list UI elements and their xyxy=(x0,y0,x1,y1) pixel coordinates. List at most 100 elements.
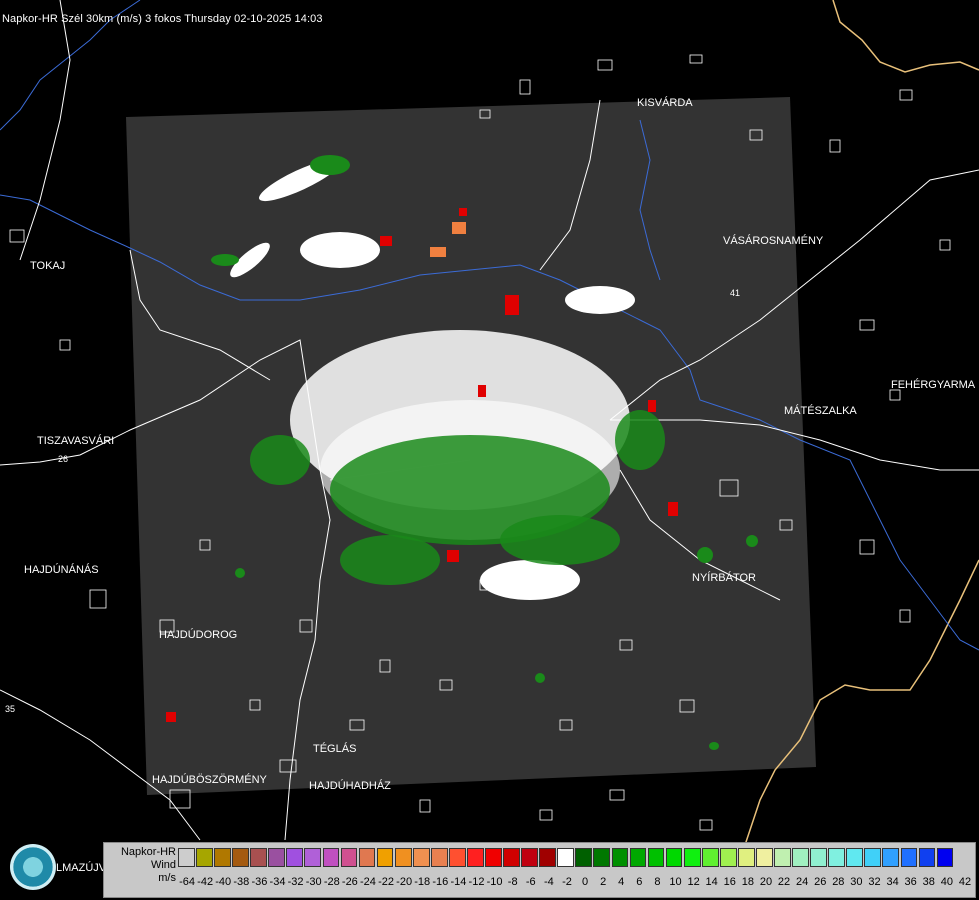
legend-swatch xyxy=(936,848,954,867)
legend-tick-label: 30 xyxy=(850,876,863,888)
city-label-hajduhadhaz: HAJDÚHADHÁZ xyxy=(309,780,391,792)
legend-swatch xyxy=(846,848,864,867)
legend-tick-label: -38 xyxy=(233,876,250,888)
legend-tick-label: -36 xyxy=(251,876,268,888)
legend-swatch xyxy=(810,848,827,867)
legend-tick-label: -24 xyxy=(360,876,376,888)
legend-swatch xyxy=(828,848,846,867)
legend-swatch xyxy=(593,848,611,867)
legend-tick-label: -12 xyxy=(468,876,485,888)
city-label-kisvarda: KISVÁRDA xyxy=(637,97,693,109)
legend-tick-label: -64 xyxy=(179,876,195,888)
legend-title-line1: Napkor-HR xyxy=(120,846,176,858)
legend-tick-label: -6 xyxy=(525,876,536,888)
city-label-hajdunanas: HAJDÚNÁNÁS xyxy=(24,564,99,576)
legend-tick-label: 24 xyxy=(796,876,809,888)
legend-tick-label: 28 xyxy=(832,876,845,888)
legend-swatch xyxy=(665,848,683,867)
legend-swatches xyxy=(178,848,955,867)
legend-tick-label: 4 xyxy=(618,876,625,888)
legend-swatch xyxy=(611,848,629,867)
legend-tick-label: -20 xyxy=(396,876,413,888)
legend-tick-label: -2 xyxy=(562,876,572,888)
legend-swatch xyxy=(196,848,213,867)
legend-title: Napkor-HR Wind m/s xyxy=(106,846,176,885)
road-number: 35 xyxy=(5,704,15,714)
legend-tick-label: -22 xyxy=(378,876,394,888)
city-label-hajdudorog: HAJDÚDOROG xyxy=(159,629,238,641)
legend-swatch xyxy=(304,848,322,867)
legend-swatch xyxy=(539,848,557,867)
legend-swatch xyxy=(448,848,466,867)
city-label-feheryarmat: FEHÉRGYARMA xyxy=(891,379,976,391)
legend-swatch xyxy=(882,848,900,867)
legend-tick-label: -42 xyxy=(197,876,214,888)
city-label-tokaj: TOKAJ xyxy=(30,260,66,272)
legend-tick-label: 8 xyxy=(654,876,661,888)
legend-tick-label: 6 xyxy=(636,876,643,888)
legend-swatch xyxy=(322,848,340,867)
legend-tick-label: -18 xyxy=(414,876,431,888)
legend-swatch xyxy=(376,848,394,867)
color-legend: Napkor-HR Wind m/s -64 -42 -40 -38 -36 -34 -32… xyxy=(103,842,976,898)
legend-swatch xyxy=(774,848,791,867)
legend-tick-label: 32 xyxy=(868,876,881,888)
legend-swatch xyxy=(701,848,719,867)
legend-swatch xyxy=(557,848,575,867)
legend-swatch xyxy=(737,848,755,867)
city-label-hajduboszormeny: HAJDÚBÖSZÖRMÉNY xyxy=(152,774,267,786)
legend-swatch xyxy=(792,848,809,867)
legend-swatch xyxy=(340,848,358,867)
city-label-tiszavasvari: TISZAVASVÁRI xyxy=(37,435,115,447)
legend-swatch xyxy=(647,848,665,867)
city-label-teglas: TÉGLÁS xyxy=(313,743,357,755)
legend-tick-label: -10 xyxy=(486,876,503,888)
legend-swatch xyxy=(756,848,773,867)
legend-tick-label: -4 xyxy=(543,876,554,888)
legend-swatch xyxy=(629,848,647,867)
legend-title-line3: m/s xyxy=(158,872,176,884)
legend-tick-label: 20 xyxy=(759,876,773,888)
map-title: Napkor-HR Szél 30km (m/s) 3 fokos Thursd… xyxy=(2,13,323,25)
legend-swatch xyxy=(268,848,286,867)
legend-tick-label: -30 xyxy=(305,876,322,888)
legend-title-line2: Wind xyxy=(150,859,176,871)
legend-tick-label: 22 xyxy=(777,876,791,888)
legend-swatch xyxy=(900,848,918,867)
legend-swatch xyxy=(918,848,936,867)
legend-swatch xyxy=(719,848,737,867)
legend-swatch xyxy=(467,848,484,867)
radar-map: 26 35 41 xyxy=(0,0,979,846)
legend-swatch xyxy=(864,848,882,867)
road-number: 41 xyxy=(730,288,740,298)
legend-tick-label: 26 xyxy=(814,876,827,888)
legend-tick-label: 0 xyxy=(581,876,589,888)
legend-tick-label: 42 xyxy=(958,876,972,888)
legend-ticks: -64 -42 -40 -38 -36 -34 -32 -30 -28 -26 -24 -22 -20-… xyxy=(178,876,974,890)
legend-tick-label: -8 xyxy=(507,876,518,888)
legend-tick-label: 34 xyxy=(886,876,899,888)
legend-swatch xyxy=(683,848,701,867)
legend-swatch xyxy=(521,848,538,867)
legend-swatch xyxy=(430,848,448,867)
legend-swatch xyxy=(358,848,376,867)
legend-tick-label: 36 xyxy=(904,876,917,888)
legend-tick-label: -26 xyxy=(341,876,358,888)
legend-swatch xyxy=(178,848,195,867)
legend-tick-label: 14 xyxy=(705,876,718,888)
legend-tick-label: -16 xyxy=(432,876,449,888)
legend-tick-label: 12 xyxy=(687,876,700,888)
legend-swatch xyxy=(286,848,304,867)
legend-swatch xyxy=(250,848,268,867)
legend-swatch xyxy=(394,848,412,867)
legend-swatch xyxy=(232,848,249,867)
legend-swatch xyxy=(485,848,502,867)
legend-swatch xyxy=(412,848,430,867)
legend-tick-label: 2 xyxy=(600,876,607,888)
legend-tick-label: -14 xyxy=(450,876,467,888)
legend-swatch xyxy=(575,848,593,867)
legend-tick-label: 10 xyxy=(669,876,682,888)
logo-icon xyxy=(10,844,56,890)
legend-tick-label: -34 xyxy=(269,876,286,888)
city-label-vasarosnameny: VÁSÁROSNAMÉNY xyxy=(723,235,824,247)
